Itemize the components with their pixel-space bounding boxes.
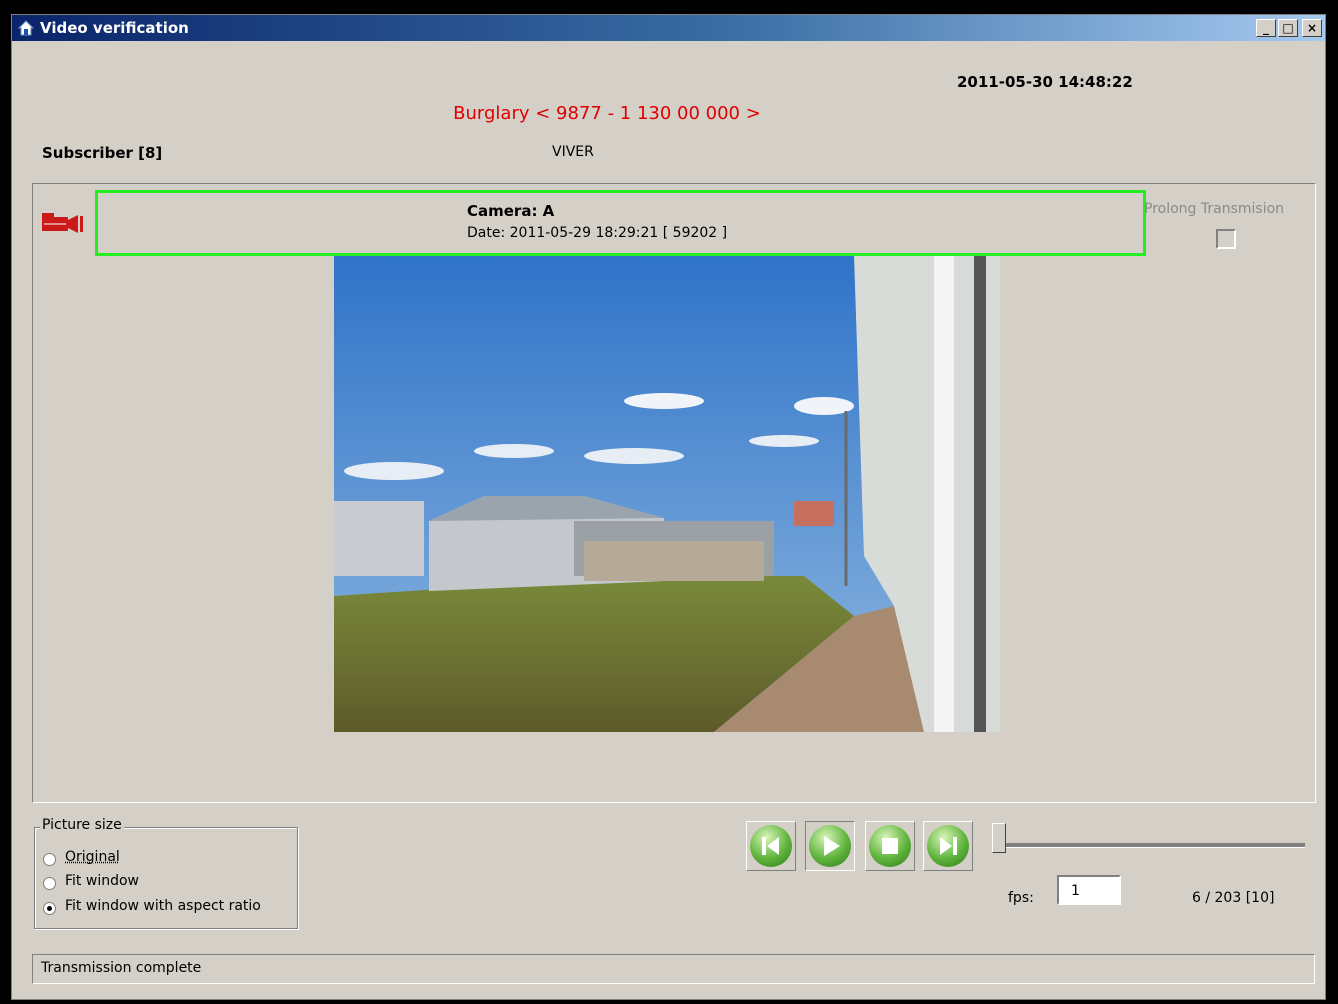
previous-frame-icon: [762, 837, 779, 855]
stop-button[interactable]: [865, 821, 915, 871]
camera-name: Camera: A: [467, 202, 555, 220]
video-verification-window: Video verification _ □ × 2011-05-30 14:4…: [11, 14, 1326, 1000]
fps-input[interactable]: 1: [1057, 875, 1121, 905]
event-datetime: 2011-05-30 14:48:22: [957, 73, 1133, 91]
camera-frame-image: [334, 256, 1000, 732]
maximize-button[interactable]: □: [1278, 19, 1298, 37]
radio-fit-aspect-label[interactable]: Fit window with aspect ratio: [65, 898, 261, 914]
stop-icon: [882, 838, 898, 854]
video-camera-icon: [42, 213, 83, 233]
minimize-button[interactable]: _: [1256, 19, 1276, 37]
radio-fit-aspect[interactable]: [43, 902, 56, 915]
play-button[interactable]: [805, 821, 855, 871]
close-button[interactable]: ×: [1302, 19, 1322, 37]
frame-slider-track[interactable]: [995, 843, 1305, 848]
window-title: Video verification: [40, 19, 189, 37]
radio-original-label[interactable]: Original: [65, 849, 120, 865]
radio-fit-window-label[interactable]: Fit window: [65, 873, 139, 889]
picture-size-label: Picture size: [40, 817, 124, 833]
frame-slider-thumb[interactable]: [992, 823, 1006, 853]
prolong-transmission-checkbox[interactable]: [1216, 229, 1236, 249]
camera-date: Date: 2011-05-29 18:29:21 [ 59202 ]: [467, 225, 728, 241]
home-icon: [18, 20, 34, 36]
subscriber-name: VIVER: [552, 144, 594, 160]
radio-original[interactable]: [43, 853, 56, 866]
fps-label: fps:: [1008, 890, 1034, 906]
title-bar[interactable]: Video verification _ □ ×: [12, 15, 1325, 41]
frame-counter: 6 / 203 [10]: [1192, 890, 1275, 906]
next-frame-button[interactable]: [923, 821, 973, 871]
prolong-transmission-label: Prolong Transmision: [1144, 201, 1285, 217]
next-frame-icon: [940, 837, 957, 855]
subscriber-label: Subscriber [8]: [42, 144, 163, 162]
alarm-title: Burglary < 9877 - 1 130 00 000 >: [453, 103, 761, 124]
camera-info-box: [95, 190, 1146, 256]
status-bar: Transmission complete: [32, 954, 1315, 984]
play-icon: [824, 836, 840, 856]
radio-fit-window[interactable]: [43, 877, 56, 890]
previous-frame-button[interactable]: [746, 821, 796, 871]
